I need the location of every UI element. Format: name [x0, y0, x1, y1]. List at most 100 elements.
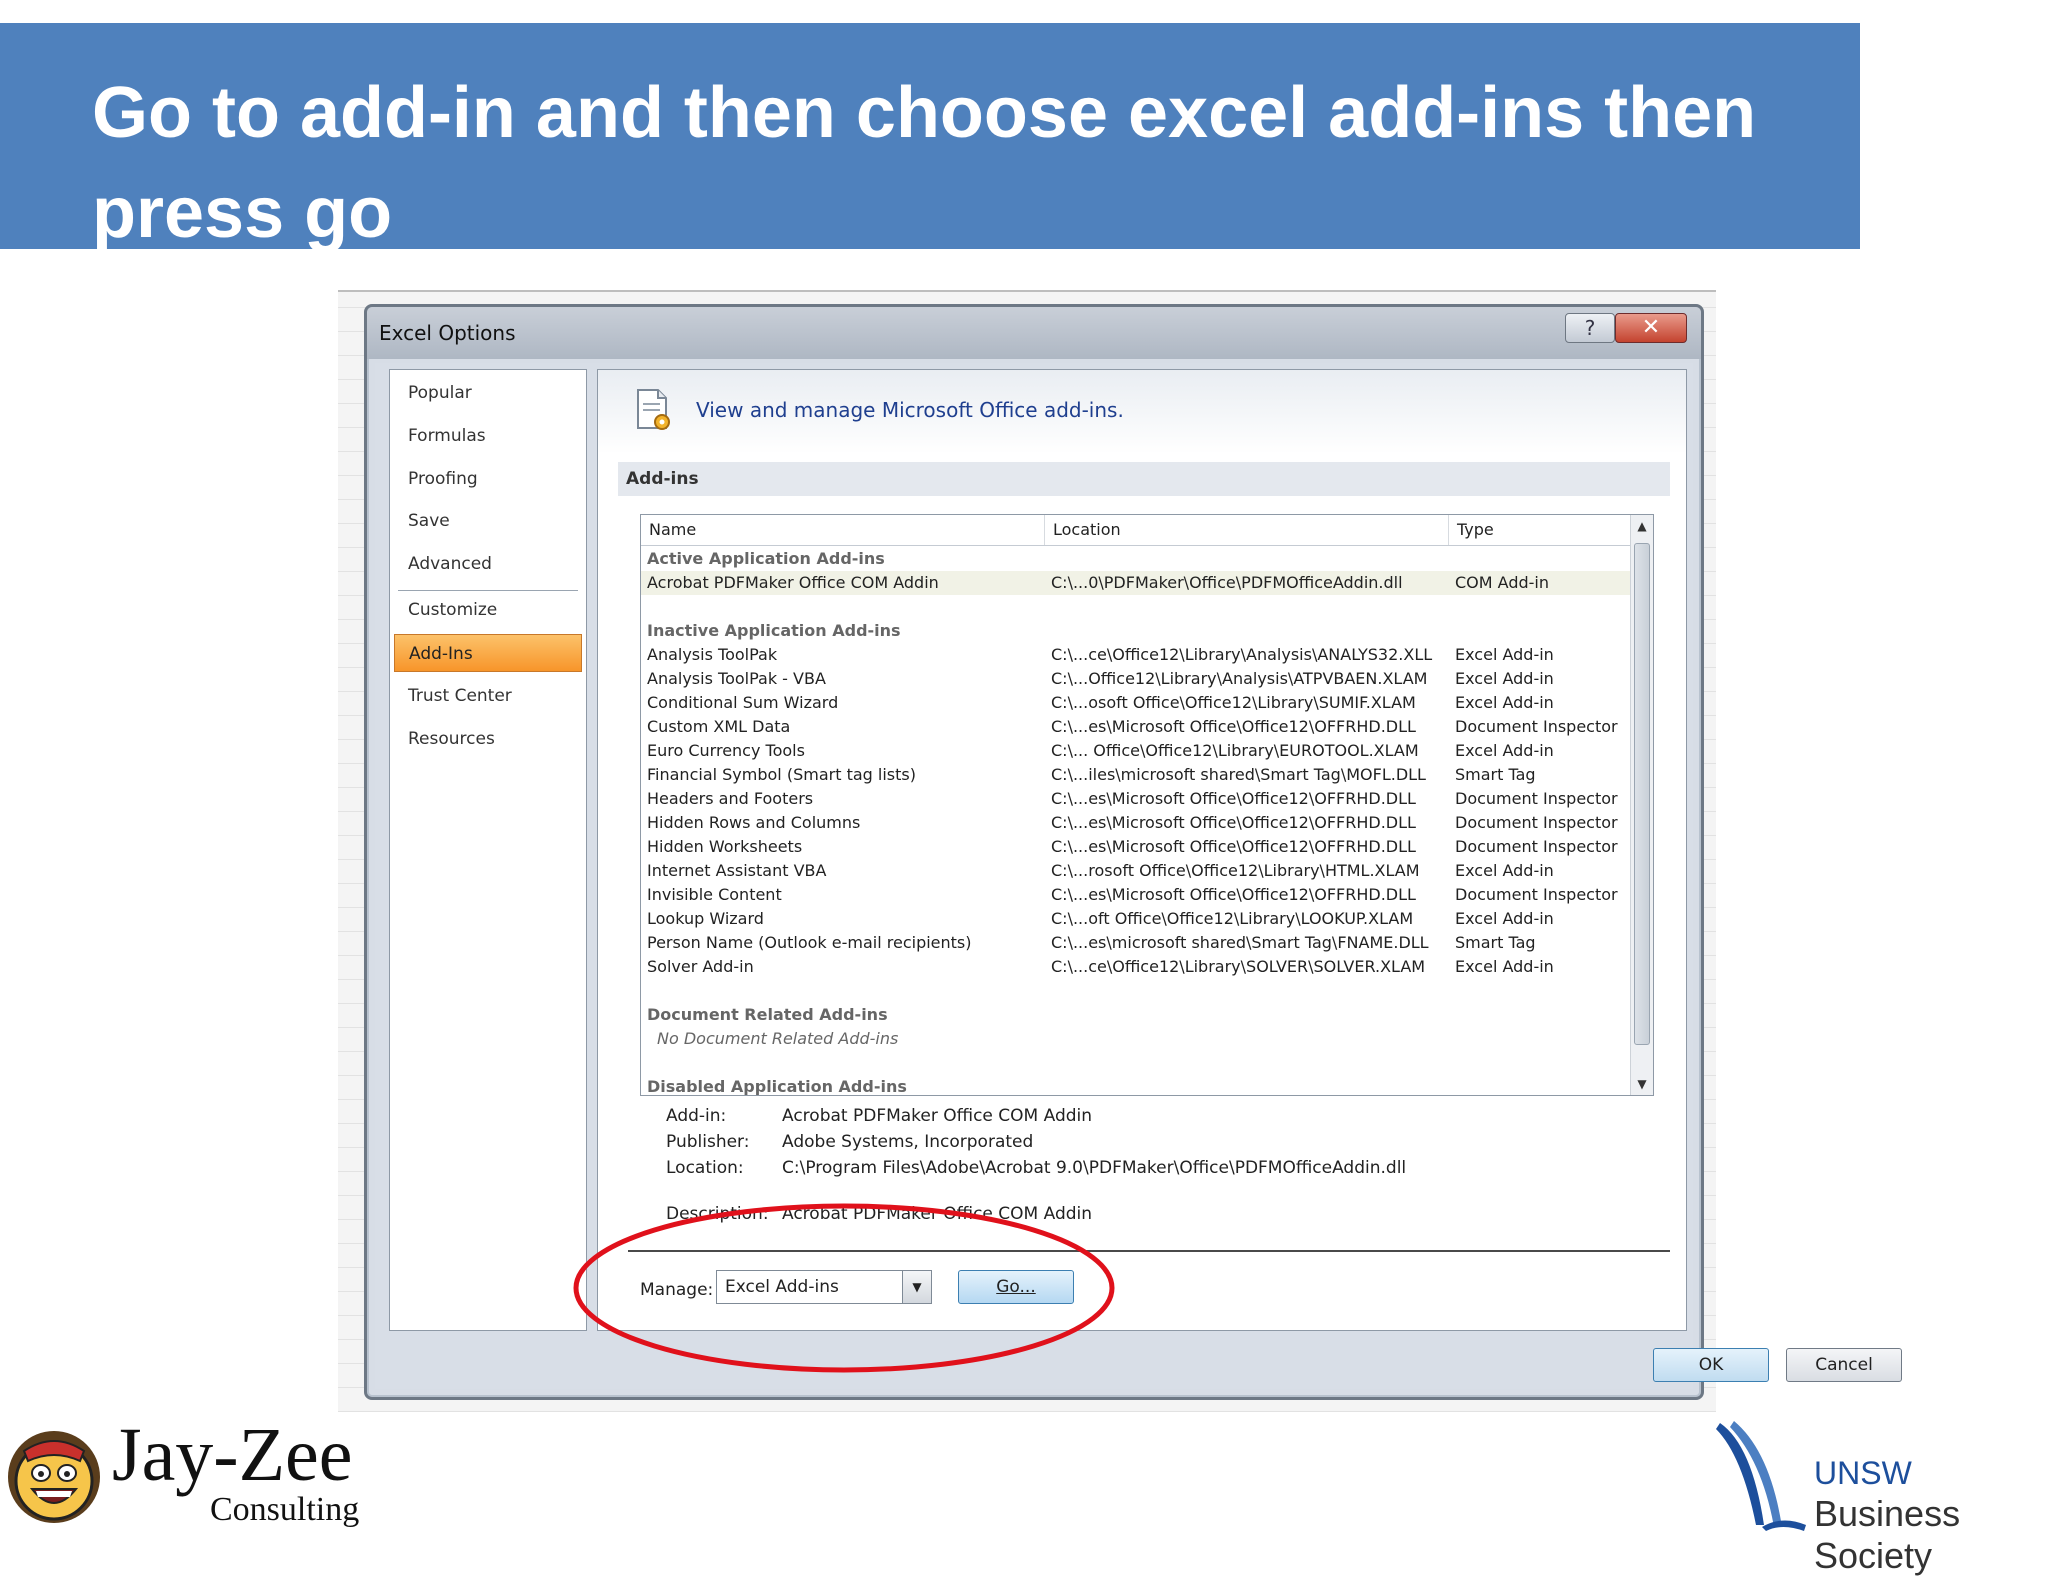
- table-row[interactable]: Analysis ToolPak C:\...ce\Office12\Librar…: [641, 643, 1631, 667]
- table-row[interactable]: Invisible Content C:\...es\Microsoft Offi…: [641, 883, 1631, 907]
- addin-type: COM Add-in: [1455, 573, 1549, 592]
- addin-type: Smart Tag: [1455, 933, 1536, 952]
- nav-item-trust-center[interactable]: Trust Center: [394, 677, 582, 715]
- addin-type: Document Inspector: [1455, 837, 1618, 856]
- panel-header: View and manage Microsoft Office add-ins…: [598, 370, 1686, 454]
- dialog-title: Excel Options: [379, 321, 516, 345]
- nav-item-formulas[interactable]: Formulas: [394, 417, 582, 455]
- addin-type: Excel Add-in: [1455, 909, 1554, 928]
- addin-location: C:\...es\microsoft shared\Smart Tag\FNAM…: [1051, 933, 1429, 952]
- detail-value: Acrobat PDFMaker Office COM Addin: [782, 1106, 1093, 1126]
- scroll-up-icon[interactable]: ▲: [1631, 515, 1653, 537]
- add-ins-panel: View and manage Microsoft Office add-ins…: [597, 369, 1902, 1382]
- addin-type: Excel Add-in: [1455, 693, 1554, 712]
- unsw-text: UNSW: [1814, 1455, 1912, 1491]
- table-row[interactable]: Analysis ToolPak - VBA C:\...Office12\Lib…: [641, 667, 1631, 691]
- addin-location: C:\...oft Office\Office12\Library\LOOKUP…: [1051, 909, 1414, 928]
- detail-label: Location:: [666, 1158, 744, 1178]
- nav-item-popular[interactable]: Popular: [394, 374, 582, 412]
- addin-location: C:\...iles\microsoft shared\Smart Tag\MO…: [1051, 765, 1426, 784]
- detail-value: Adobe Systems, Incorporated: [782, 1132, 1034, 1152]
- add-ins-document-icon: [637, 389, 670, 430]
- addin-name: Hidden Worksheets: [647, 837, 803, 856]
- addin-name: Analysis ToolPak - VBA: [647, 669, 826, 688]
- table-row[interactable]: Solver Add-in C:\...ce\Office12\Library\S…: [641, 955, 1631, 979]
- nav-item-resources[interactable]: Resources: [394, 720, 582, 758]
- scroll-thumb[interactable]: [1634, 543, 1650, 1045]
- addin-location: C:\...es\Microsoft Office\Office12\OFFRH…: [1051, 717, 1416, 736]
- addin-location: C:\...es\Microsoft Office\Office12\OFFRH…: [1051, 885, 1416, 904]
- addin-name: Person Name (Outlook e-mail recipients): [647, 933, 972, 952]
- list-scrollbar[interactable]: ▲ ▼: [1630, 515, 1653, 1095]
- business-society-text: Business Society: [1814, 1493, 1961, 1576]
- group-header-document: Document Related Add-ins: [647, 1005, 888, 1024]
- table-row[interactable]: Headers and Footers C:\...es\Microsoft Of…: [641, 787, 1631, 811]
- addin-location: C:\... Office\Office12\Library\EUROTOOL.…: [1051, 741, 1419, 760]
- ok-button[interactable]: OK: [1653, 1348, 1769, 1382]
- addin-type: Document Inspector: [1455, 717, 1618, 736]
- addin-name: Custom XML Data: [647, 717, 791, 736]
- addin-location: C:\...es\Microsoft Office\Office12\OFFRH…: [1051, 789, 1416, 808]
- table-row[interactable]: Euro Currency Tools C:\... Office\Office1…: [641, 739, 1631, 763]
- table-row[interactable]: Acrobat PDFMaker Office COM Addin C:\...…: [641, 571, 1631, 595]
- list-header: Name Location Type: [641, 515, 1631, 546]
- nav-item-proofing[interactable]: Proofing: [394, 460, 582, 498]
- smiley-face-icon: [8, 1431, 100, 1523]
- close-button[interactable]: ✕: [1615, 313, 1687, 343]
- addin-name: Internet Assistant VBA: [647, 861, 827, 880]
- dialog-titlebar[interactable]: Excel Options ? ✕: [367, 307, 1701, 359]
- table-row[interactable]: Conditional Sum Wizard C:\...osoft Office…: [641, 691, 1631, 715]
- nav-item-advanced[interactable]: Advanced: [394, 545, 582, 583]
- addin-location: C:\...es\Microsoft Office\Office12\OFFRH…: [1051, 813, 1416, 832]
- nav-item-save[interactable]: Save: [394, 502, 582, 540]
- table-row[interactable]: Custom XML Data C:\...es\Microsoft Office…: [641, 715, 1631, 739]
- table-row[interactable]: Financial Symbol (Smart tag lists) C:\...…: [641, 763, 1631, 787]
- addin-type: Document Inspector: [1455, 813, 1618, 832]
- nav-item-add-ins[interactable]: Add-Ins: [394, 634, 582, 672]
- addin-type: Excel Add-in: [1455, 861, 1554, 880]
- column-header-location[interactable]: Location: [1045, 515, 1449, 545]
- addin-type: Document Inspector: [1455, 789, 1618, 808]
- column-header-type[interactable]: Type: [1449, 515, 1631, 545]
- slide-banner: Go to add-in and then choose excel add-i…: [0, 23, 1860, 253]
- detail-label: Publisher:: [666, 1132, 750, 1152]
- add-ins-list[interactable]: Name Location Type Active Application Ad…: [640, 514, 1654, 1096]
- options-nav: Popular Formulas Proofing Save Advanced …: [389, 369, 587, 1331]
- addin-name: Analysis ToolPak: [647, 645, 778, 664]
- slide-title: Go to add-in and then choose excel add-i…: [92, 73, 1757, 253]
- addin-location: C:\...Office12\Library\Analysis\ATPVBAEN…: [1051, 669, 1428, 688]
- jay-zee-logo: Jay-Zee Consulting: [0, 1405, 380, 1537]
- group-header-active: Active Application Add-ins: [647, 549, 885, 568]
- brand-subtitle: Consulting: [210, 1491, 360, 1528]
- help-button[interactable]: ?: [1565, 313, 1615, 343]
- table-row[interactable]: Person Name (Outlook e-mail recipients) C…: [641, 931, 1631, 955]
- panel-header-text: View and manage Microsoft Office add-ins…: [696, 398, 1124, 422]
- red-circle-annotation: [573, 1203, 1115, 1373]
- addin-location: C:\...osoft Office\Office12\Library\SUMI…: [1051, 693, 1416, 712]
- addin-name: Hidden Rows and Columns: [647, 813, 861, 832]
- table-row[interactable]: Hidden Worksheets C:\...es\Microsoft Offi…: [641, 835, 1631, 859]
- addin-name: Acrobat PDFMaker Office COM Addin: [647, 573, 939, 592]
- group-header-inactive: Inactive Application Add-ins: [647, 621, 901, 640]
- document-addins-note: No Document Related Add-ins: [657, 1029, 899, 1048]
- table-row[interactable]: Internet Assistant VBA C:\...rosoft Offic…: [641, 859, 1631, 883]
- cancel-button[interactable]: Cancel: [1786, 1348, 1902, 1382]
- addin-name: Lookup Wizard: [647, 909, 764, 928]
- nav-item-customize[interactable]: Customize: [394, 591, 582, 629]
- scroll-down-icon[interactable]: ▼: [1631, 1073, 1653, 1095]
- addin-location: C:\...ce\Office12\Library\Analysis\ANALY…: [1051, 645, 1433, 664]
- group-header-disabled: Disabled Application Add-ins: [647, 1077, 907, 1096]
- addin-name: Euro Currency Tools: [647, 741, 805, 760]
- unsw-business-society-logo: UNSW Business Society: [1712, 1415, 2048, 1576]
- addin-name: Solver Add-in: [647, 957, 754, 976]
- table-row[interactable]: Hidden Rows and Columns C:\...es\Microsof…: [641, 811, 1631, 835]
- addin-type: Smart Tag: [1455, 765, 1536, 784]
- addin-name: Invisible Content: [647, 885, 782, 904]
- addin-location: C:\...ce\Office12\Library\SOLVER\SOLVER.…: [1051, 957, 1426, 976]
- unsw-swoosh-icon: [1716, 1421, 1806, 1531]
- addin-type: Document Inspector: [1455, 885, 1618, 904]
- detail-value: C:\Program Files\Adobe\Acrobat 9.0\PDFMa…: [782, 1158, 1407, 1178]
- table-row[interactable]: Lookup Wizard C:\...oft Office\Office12\L…: [641, 907, 1631, 931]
- column-header-name[interactable]: Name: [641, 515, 1045, 545]
- detail-label: Add-in:: [666, 1106, 727, 1126]
